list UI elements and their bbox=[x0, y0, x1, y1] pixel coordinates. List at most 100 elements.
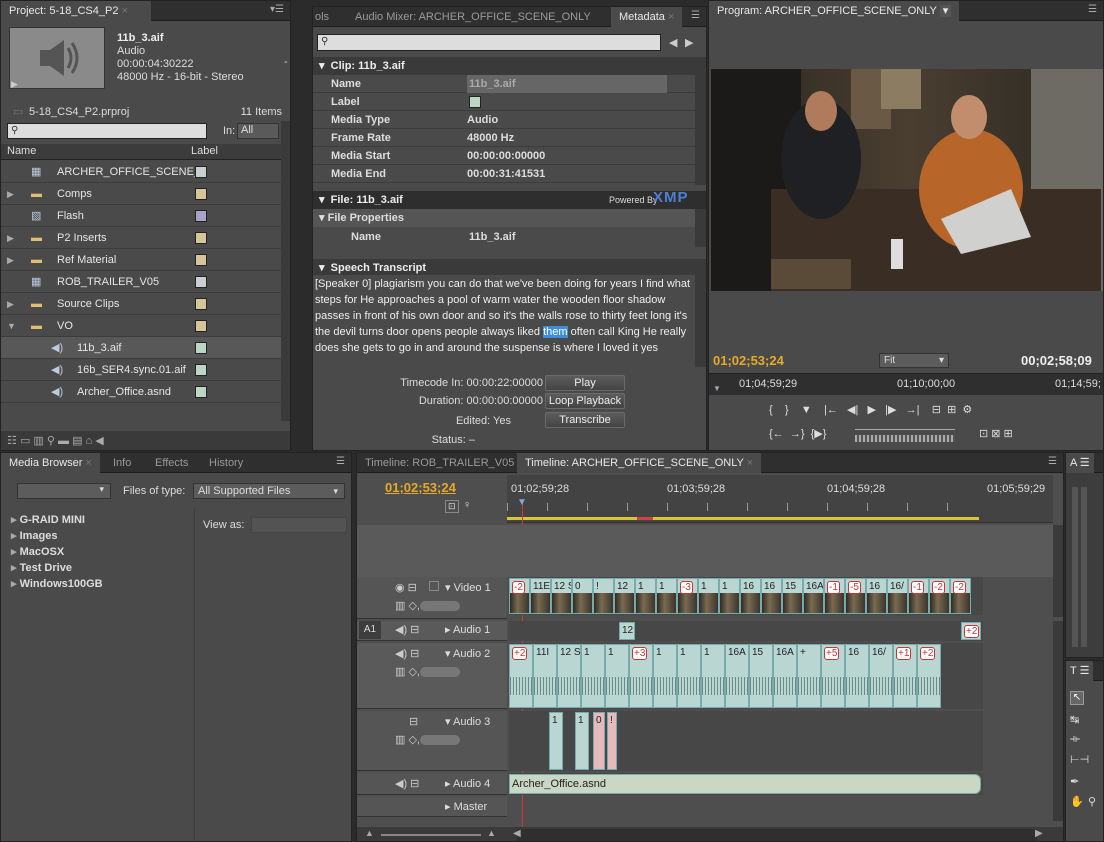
file-scrollbar[interactable] bbox=[695, 209, 706, 247]
audio-clip[interactable]: +1 bbox=[893, 644, 917, 708]
video-clip[interactable]: -2 bbox=[509, 578, 530, 614]
scroll-right-icon[interactable]: ▶ bbox=[1035, 828, 1043, 839]
video-clip[interactable]: 16 bbox=[866, 578, 887, 614]
label-swatch[interactable] bbox=[195, 386, 207, 398]
audio-clip[interactable]: 1 bbox=[653, 644, 677, 708]
tab-tools-panel[interactable]: T ☰ bbox=[1066, 661, 1094, 681]
close-icon[interactable]: × bbox=[85, 457, 91, 469]
file-section-header[interactable]: ▾ File: 11b_3.aif Powered By XMP bbox=[313, 189, 706, 209]
expand-icon[interactable]: ▶ bbox=[7, 249, 14, 271]
program-current-timecode[interactable]: 01;02;53;24 bbox=[713, 353, 784, 368]
metadata-search-input[interactable]: ⚲ bbox=[317, 34, 661, 51]
video-clip[interactable]: ! bbox=[593, 578, 614, 614]
audio-clip[interactable]: 1 bbox=[549, 712, 563, 770]
video-clip[interactable]: -1 bbox=[908, 578, 929, 614]
chevron-down-icon[interactable]: ▾ bbox=[939, 5, 952, 17]
panel-menu-icon[interactable]: ▾☰ bbox=[270, 4, 284, 15]
speaker-icon[interactable]: ◀) ⊟ bbox=[395, 623, 419, 636]
video-clip[interactable]: 1 bbox=[698, 578, 719, 614]
list-item[interactable]: ▶ ▬ Comps bbox=[1, 183, 281, 205]
prev-result-icon[interactable]: ◀ bbox=[669, 36, 677, 49]
preview-play-icon[interactable]: ▶ bbox=[11, 79, 18, 90]
column-header-label[interactable]: Label bbox=[191, 145, 218, 157]
list-item[interactable]: ▶ ▬ Source Clips bbox=[1, 293, 281, 315]
tab-history[interactable]: History bbox=[201, 453, 251, 473]
step-forward-icon[interactable]: |▶ bbox=[885, 404, 896, 416]
audio-clip[interactable]: 1 bbox=[575, 712, 589, 770]
mark-out-icon[interactable]: } bbox=[785, 404, 789, 416]
track-header-audio1[interactable]: A1 ◀) ⊟ ▸ Audio 1 bbox=[357, 621, 507, 641]
in-select[interactable]: All bbox=[237, 123, 279, 139]
tab-audio-mixer[interactable]: Audio Mixer: ARCHER_OFFICE_SCENE_ONLY bbox=[347, 7, 599, 27]
audio-clip[interactable]: 1 bbox=[677, 644, 701, 708]
drive-item[interactable]: ▸ Images bbox=[11, 529, 58, 542]
label-swatch[interactable] bbox=[195, 364, 207, 376]
audio-clip[interactable]: +5 bbox=[821, 644, 845, 708]
scroll-left-icon[interactable]: ◀ bbox=[95, 435, 103, 447]
automate-icon[interactable]: ▥ bbox=[33, 435, 43, 447]
close-icon[interactable]: × bbox=[668, 11, 674, 23]
drive-item[interactable]: ▸ Windows100GB bbox=[11, 577, 103, 590]
go-to-out-icon[interactable]: →| bbox=[906, 404, 920, 416]
work-area-bar[interactable] bbox=[507, 517, 979, 520]
audio-clip[interactable]: +2 bbox=[961, 622, 981, 640]
tab-effects[interactable]: Effects bbox=[147, 453, 196, 473]
video-clip[interactable]: 16A bbox=[803, 578, 824, 614]
audio-clip[interactable]: 11I bbox=[533, 644, 557, 708]
video-clip[interactable]: 0 bbox=[572, 578, 593, 614]
video-clip[interactable]: -2 bbox=[950, 578, 971, 614]
video-clip[interactable]: -5 bbox=[845, 578, 866, 614]
audio-clip[interactable]: 16 bbox=[845, 644, 869, 708]
audio-clip[interactable]: +2 bbox=[917, 644, 941, 708]
zoom-slider[interactable] bbox=[381, 834, 481, 836]
zoom-in-icon[interactable]: ▲ bbox=[487, 828, 496, 838]
audio-clip[interactable]: 15 bbox=[749, 644, 773, 708]
video-clip[interactable]: 15 bbox=[782, 578, 803, 614]
snap-icon[interactable]: ⊡ bbox=[445, 500, 459, 513]
video-clip[interactable]: -1 bbox=[824, 578, 845, 614]
output-icon[interactable]: ⊡ ⊠ ⊞ bbox=[979, 427, 1013, 440]
path-select[interactable]: ▾ bbox=[17, 483, 111, 499]
loop-icon[interactable]: →} bbox=[790, 428, 805, 440]
audio-clip[interactable]: +3 bbox=[629, 644, 653, 708]
search-input[interactable]: ⚲ bbox=[7, 123, 207, 139]
marker-icon[interactable]: ♀ bbox=[463, 499, 471, 511]
video-clip[interactable]: 16/ bbox=[887, 578, 908, 614]
new-item-icon[interactable]: ▤ bbox=[72, 435, 82, 447]
list-item[interactable]: ◀) 16b_SER4.sync.01.aif bbox=[1, 359, 281, 381]
expand-icon[interactable]: ▸ bbox=[11, 514, 20, 526]
video-clip[interactable]: -2 bbox=[929, 578, 950, 614]
track-header-audio4[interactable]: ◀) ⊟ ▸ Audio 4 bbox=[357, 773, 507, 795]
hand-tool-icon[interactable]: ✋ bbox=[1070, 795, 1084, 808]
video-clip[interactable]: 11E bbox=[530, 578, 551, 614]
keyframe-nav[interactable]: ▥ ◇, bbox=[395, 733, 460, 746]
video-clip[interactable]: 12 bbox=[614, 578, 635, 614]
time-ruler[interactable]: 01;02;59;28 01;03;59;28 01;04;59;28 01;0… bbox=[507, 475, 1053, 523]
drive-item[interactable]: ▸ Test Drive bbox=[11, 561, 72, 574]
tab-audio-meters[interactable]: A ☰ bbox=[1066, 453, 1094, 473]
list-item[interactable]: ◀) 11b_3.aif bbox=[1, 337, 281, 359]
track-header-video1[interactable]: ◉ ⊟ ▾ Video 1 ▥ ◇, bbox=[357, 577, 507, 619]
mark-in-icon[interactable]: { bbox=[769, 404, 773, 416]
label-swatch[interactable] bbox=[195, 166, 207, 178]
track-header-master[interactable]: ▸ Master bbox=[357, 797, 507, 817]
find-icon[interactable]: ⚲ bbox=[47, 435, 55, 447]
label-swatch[interactable] bbox=[195, 232, 207, 244]
audio-clip[interactable]: 1 bbox=[605, 644, 629, 708]
file-properties-header[interactable]: ▾ File Properties bbox=[313, 209, 696, 227]
list-view-icon[interactable]: ☷ bbox=[7, 435, 17, 447]
video-clip[interactable]: 12 SER bbox=[551, 578, 572, 614]
label-swatch[interactable] bbox=[195, 342, 207, 354]
ripple-edit-tool-icon[interactable]: ⟛ bbox=[1070, 733, 1080, 746]
lift-icon[interactable]: ⊟ bbox=[932, 404, 941, 416]
label-swatch[interactable] bbox=[195, 276, 207, 288]
video-clip[interactable]: 1 bbox=[719, 578, 740, 614]
icon-view-icon[interactable]: ▭ bbox=[20, 435, 30, 447]
sync-lock-icon[interactable]: ⊟ bbox=[409, 715, 418, 728]
tab-metadata[interactable]: Metadata × bbox=[611, 7, 683, 27]
audio-clip[interactable]: ! bbox=[607, 712, 617, 770]
extract-icon[interactable]: ⊞ bbox=[947, 404, 956, 416]
label-swatch[interactable] bbox=[195, 210, 207, 222]
audio-clip[interactable]: +2 bbox=[509, 644, 533, 708]
trim-icon[interactable]: ⚙ bbox=[962, 404, 972, 416]
